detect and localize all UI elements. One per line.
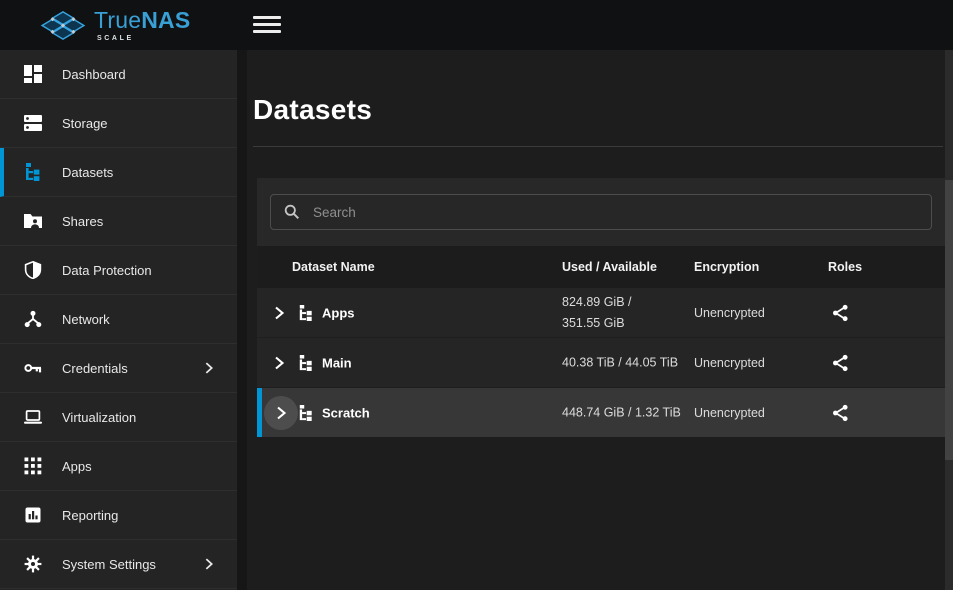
encryption-value: Unencrypted xyxy=(694,306,765,320)
share-icon[interactable] xyxy=(831,303,850,322)
chevron-right-icon xyxy=(201,360,217,376)
sidebar-item-network[interactable]: Network xyxy=(0,295,237,344)
table-row-scratch[interactable]: Scratch 448.74 GiB / 1.32 TiB Unencrypte… xyxy=(257,388,945,437)
used-available-value: 448.74 GiB / 1.32 TiB xyxy=(562,402,690,423)
data-protection-icon xyxy=(24,261,42,279)
page-title: Datasets xyxy=(253,94,372,126)
datasets-icon xyxy=(24,163,42,181)
datasets-panel: Dataset Name Used / Available Encryption… xyxy=(257,178,945,437)
brand-edition: SCALE xyxy=(97,35,190,42)
sidebar-item-system-settings[interactable]: System Settings xyxy=(0,540,237,589)
network-icon xyxy=(24,310,42,328)
dataset-name: Scratch xyxy=(322,405,370,420)
sidebar-item-label: Network xyxy=(62,312,110,327)
sidebar-item-shares[interactable]: Shares xyxy=(0,197,237,246)
sidebar-item-label: System Settings xyxy=(62,557,156,572)
truenas-logo: TrueNAS SCALE xyxy=(40,9,190,42)
shares-icon xyxy=(24,212,42,230)
used-available-value: 824.89 GiB / 351.55 GiB xyxy=(562,291,690,334)
menu-icon[interactable] xyxy=(253,16,281,35)
sidebar-item-datasets[interactable]: Datasets xyxy=(0,148,237,197)
table-row-apps[interactable]: Apps 824.89 GiB / 351.55 GiB Unencrypted xyxy=(257,288,945,338)
column-header-dataset-name: Dataset Name xyxy=(292,246,375,288)
sidebar-item-dashboard[interactable]: Dashboard xyxy=(0,50,237,99)
expand-chevron-icon[interactable] xyxy=(272,404,290,422)
scrollbar-thumb[interactable] xyxy=(945,180,953,460)
sidebar-item-label: Credentials xyxy=(62,361,128,376)
sidebar-item-apps[interactable]: Apps xyxy=(0,442,237,491)
virtualization-icon xyxy=(24,408,42,426)
share-icon[interactable] xyxy=(831,353,850,372)
sidebar-item-label: Reporting xyxy=(62,508,118,523)
chevron-right-icon xyxy=(201,556,217,572)
apps-icon xyxy=(24,457,42,475)
title-divider xyxy=(253,146,943,147)
key-icon xyxy=(24,359,42,377)
sidebar-item-virtualization[interactable]: Virtualization xyxy=(0,393,237,442)
used-available-value: 40.38 TiB / 44.05 TiB xyxy=(562,352,690,373)
brand-name: TrueNAS xyxy=(94,9,190,32)
dataset-name: Apps xyxy=(322,305,355,320)
search-section xyxy=(257,178,945,246)
topbar: TrueNAS SCALE xyxy=(0,0,953,50)
sidebar-item-storage[interactable]: Storage xyxy=(0,99,237,148)
sidebar-item-reporting[interactable]: Reporting xyxy=(0,491,237,540)
gear-icon xyxy=(24,555,42,573)
reporting-icon xyxy=(24,506,42,524)
sidebar-item-data-protection[interactable]: Data Protection xyxy=(0,246,237,295)
sidebar-content-divider xyxy=(237,50,247,590)
dashboard-icon xyxy=(24,65,42,83)
expand-chevron-icon[interactable] xyxy=(270,354,288,372)
column-header-used-available: Used / Available xyxy=(562,246,657,288)
dataset-name: Main xyxy=(322,355,352,370)
sidebar-item-label: Datasets xyxy=(62,165,113,180)
sidebar-item-label: Apps xyxy=(62,459,92,474)
storage-icon xyxy=(24,114,42,132)
sidebar-item-label: Storage xyxy=(62,116,108,131)
sidebar-item-label: Data Protection xyxy=(62,263,152,278)
column-header-encryption: Encryption xyxy=(694,246,759,288)
table-row-main[interactable]: Main 40.38 TiB / 44.05 TiB Unencrypted xyxy=(257,338,945,388)
vertical-scrollbar[interactable] xyxy=(945,50,953,590)
sidebar: Dashboard Storage Datasets Shares xyxy=(0,50,237,590)
main-content: Datasets Dataset Name Used / Available E… xyxy=(247,50,953,590)
encryption-value: Unencrypted xyxy=(694,356,765,370)
search-box[interactable] xyxy=(270,194,932,230)
encryption-value: Unencrypted xyxy=(694,406,765,420)
table-header: Dataset Name Used / Available Encryption… xyxy=(257,246,945,288)
dataset-icon xyxy=(298,355,314,371)
sidebar-item-label: Dashboard xyxy=(62,67,126,82)
sidebar-item-label: Shares xyxy=(62,214,103,229)
share-icon[interactable] xyxy=(831,403,850,422)
search-icon xyxy=(283,203,301,221)
expand-chevron-icon[interactable] xyxy=(270,304,288,322)
search-input[interactable] xyxy=(313,205,931,220)
column-header-roles: Roles xyxy=(828,246,862,288)
truenas-logo-icon xyxy=(40,10,86,41)
dataset-icon xyxy=(298,405,314,421)
dataset-icon xyxy=(298,305,314,321)
sidebar-item-credentials[interactable]: Credentials xyxy=(0,344,237,393)
sidebar-item-label: Virtualization xyxy=(62,410,136,425)
